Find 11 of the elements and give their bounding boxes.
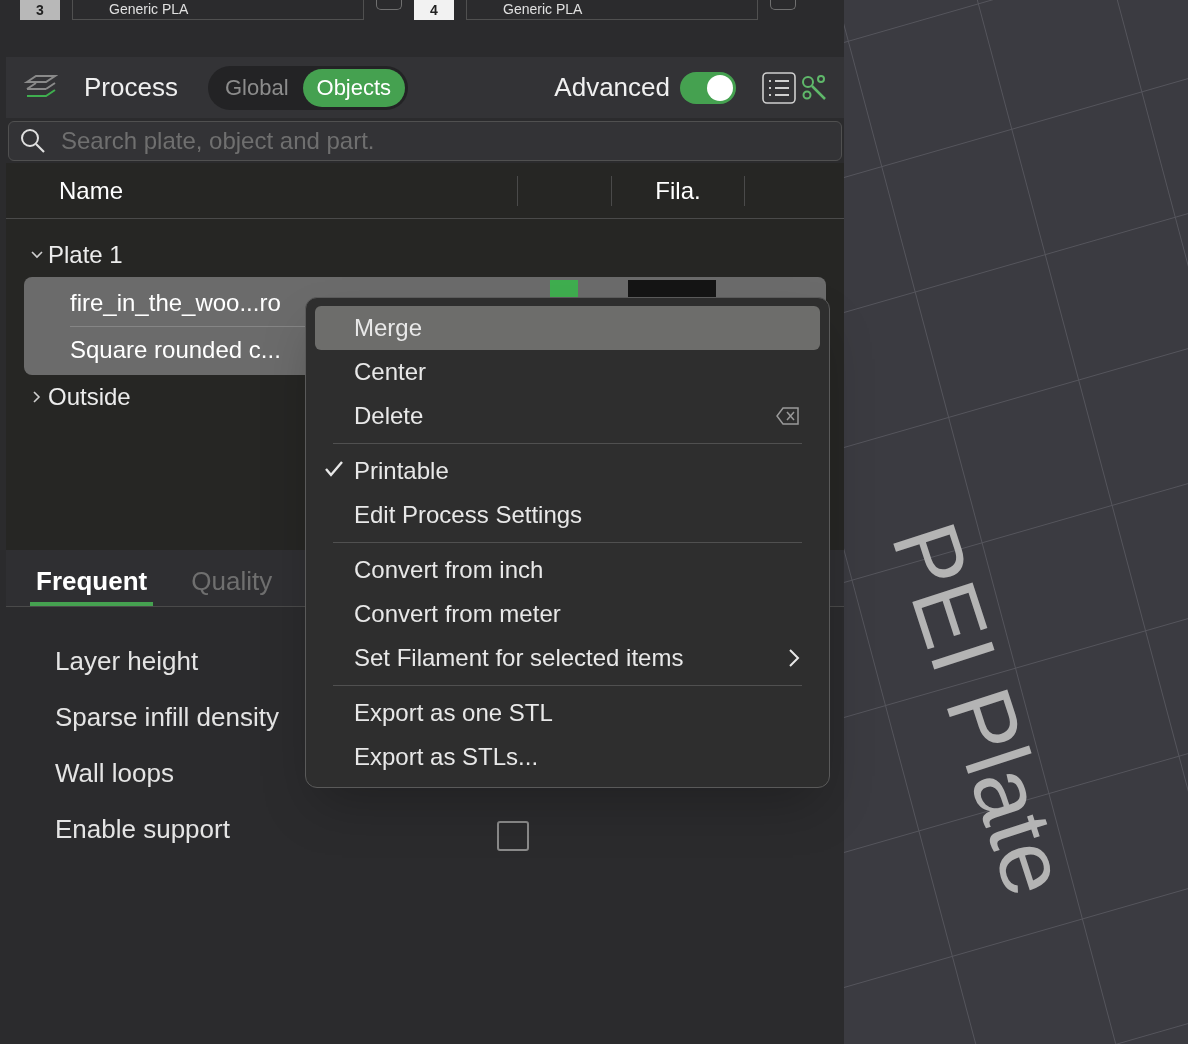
object-name: Square rounded c...: [70, 335, 282, 365]
plate-label: PEI Plate: [872, 509, 1090, 910]
process-title: Process: [84, 71, 178, 104]
setting-label: Wall loops: [55, 757, 174, 788]
advanced-label: Advanced: [554, 71, 670, 104]
object-name: fire_in_the_woo...ro: [70, 287, 282, 318]
setting-label: Layer height: [55, 645, 199, 676]
slot-number: 3: [20, 0, 60, 20]
setting-label: Sparse infill density: [55, 701, 279, 732]
setting-label: Enable support: [55, 813, 230, 844]
slot-number: 4: [414, 0, 454, 20]
